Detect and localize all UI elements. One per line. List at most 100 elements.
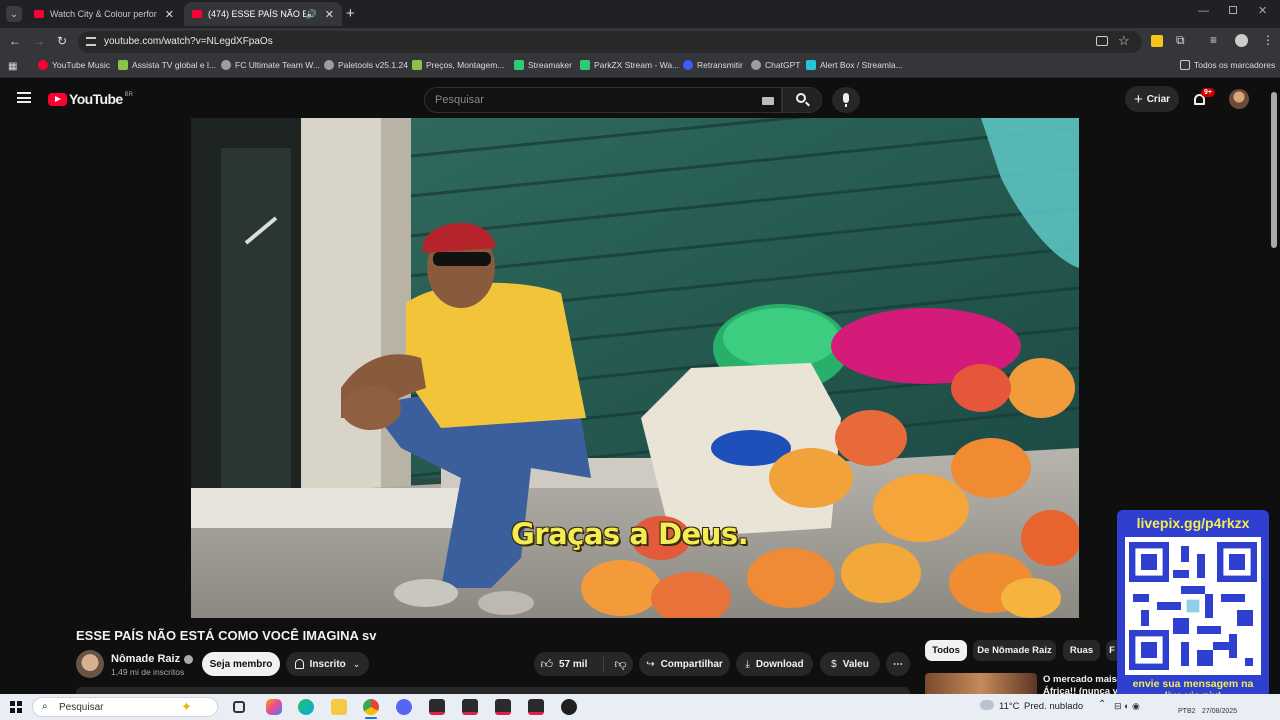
page-scrollbar[interactable] bbox=[1271, 92, 1277, 248]
app-red-icon-1[interactable] bbox=[429, 699, 445, 715]
tray-date[interactable]: 27/08/2025 bbox=[1202, 708, 1237, 715]
download-button[interactable]: ⤓ Download bbox=[736, 652, 813, 676]
taskbar-search[interactable]: ⌕ Pesquisar ✦ bbox=[32, 697, 218, 717]
bookmark-precos[interactable]: Preços, Montagem... bbox=[412, 60, 504, 70]
tab-city-colour[interactable]: Watch City & Colour perform th ✕ bbox=[26, 2, 182, 26]
window-close-icon[interactable]: ✕ bbox=[1258, 4, 1267, 17]
app-red-icon-3[interactable] bbox=[495, 699, 511, 715]
bookmark-assista-tv[interactable]: Assista TV global e l... bbox=[118, 60, 216, 70]
bookmark-icon bbox=[38, 60, 48, 70]
bookmark-star-icon[interactable]: ☆ bbox=[1118, 33, 1130, 49]
bookmark-icon bbox=[118, 60, 128, 70]
livepix-qr-overlay: livepix.gg/p4rkzx envie sua mensagem na … bbox=[1117, 510, 1269, 706]
page-bottom-strip bbox=[76, 687, 910, 694]
file-explorer-icon[interactable] bbox=[331, 699, 347, 715]
tab-close-icon[interactable]: ✕ bbox=[325, 8, 334, 21]
notifications-button[interactable]: 9+ bbox=[1192, 88, 1215, 110]
voice-search-button[interactable] bbox=[832, 87, 860, 113]
video-player[interactable]: Graças a Deus. bbox=[191, 118, 1079, 618]
speaker-icon[interactable]: 🔊 bbox=[306, 9, 317, 20]
tab-close-icon[interactable]: ✕ bbox=[165, 8, 174, 21]
like-dislike-group: 👍︎ 57 mil 👎︎ bbox=[534, 652, 633, 676]
tab-title: Watch City & Colour perform th bbox=[50, 9, 157, 19]
keyboard-icon[interactable] bbox=[762, 97, 774, 105]
app-red-icon-4[interactable] bbox=[528, 699, 544, 715]
bookmark-paletools[interactable]: Paletools v25.1.24 bbox=[324, 60, 408, 70]
install-app-icon[interactable] bbox=[1096, 36, 1108, 46]
tab-esse-pais[interactable]: (474) ESSE PAÍS NÃO ESTÁ 🔊 ✕ bbox=[184, 2, 342, 26]
all-bookmarks[interactable]: Todos os marcadores bbox=[1180, 60, 1275, 70]
channel-name[interactable]: Nômade Raiz bbox=[111, 653, 194, 665]
microphone-icon bbox=[843, 93, 849, 103]
windows-start-icon[interactable] bbox=[10, 701, 22, 713]
browser-toolbar: ← → ↻ youtube.com/watch?v=NLegdXFpaOs ☆ … bbox=[0, 28, 1280, 56]
avatar[interactable] bbox=[1229, 89, 1249, 109]
taskbar-search-label: Pesquisar bbox=[59, 702, 104, 713]
share-button[interactable]: ↪ Compartilhar bbox=[639, 652, 730, 676]
verified-icon bbox=[184, 654, 194, 664]
edge-icon[interactable] bbox=[298, 699, 314, 715]
apps-grid-icon[interactable]: ▦ bbox=[8, 61, 17, 72]
hamburger-menu-icon[interactable] bbox=[17, 92, 31, 103]
url-text: youtube.com/watch?v=NLegdXFpaOs bbox=[104, 36, 273, 47]
forward-icon[interactable]: → bbox=[33, 34, 45, 48]
reload-icon[interactable]: ↻ bbox=[57, 34, 67, 48]
chrome-icon[interactable] bbox=[363, 699, 379, 715]
search-button[interactable] bbox=[782, 87, 822, 113]
thumbs-down-icon: 👎︎ bbox=[614, 656, 627, 671]
subscribed-button[interactable]: Inscrito ⌄ bbox=[286, 652, 369, 676]
bookmark-youtube-music[interactable]: YouTube Music bbox=[38, 60, 110, 70]
share-icon: ↪ bbox=[646, 658, 655, 670]
task-view-icon[interactable] bbox=[233, 701, 245, 713]
app-dark-icon[interactable] bbox=[561, 699, 577, 715]
input-language[interactable]: PTB2 bbox=[1178, 708, 1196, 715]
bookmark-parkzx[interactable]: ParkZX Stream - Wa... bbox=[580, 60, 679, 70]
thanks-button[interactable]: $ Valeu bbox=[820, 652, 880, 676]
app-red-icon-2[interactable] bbox=[462, 699, 478, 715]
search-input[interactable]: Pesquisar bbox=[424, 87, 782, 113]
address-bar[interactable]: youtube.com/watch?v=NLegdXFpaOs ☆ bbox=[78, 31, 1142, 53]
tray-icons[interactable]: ⊟ ◐ ◉ bbox=[1114, 701, 1140, 712]
youtube-logo[interactable]: YouTube BR bbox=[48, 91, 133, 107]
bookmark-chatgpt[interactable]: ChatGPT bbox=[751, 60, 800, 70]
bookmarks-bar: ▦ YouTube Music Assista TV global e l...… bbox=[0, 56, 1280, 78]
join-button[interactable]: Seja membro bbox=[202, 652, 280, 676]
new-tab-button[interactable]: + bbox=[346, 5, 355, 22]
back-icon[interactable]: ← bbox=[9, 34, 21, 48]
weather-icon[interactable] bbox=[980, 700, 994, 710]
weather-desc[interactable]: Pred. nublado bbox=[1024, 701, 1083, 712]
recommended-thumbnail[interactable] bbox=[925, 673, 1037, 694]
chip-de-nomade-raiz[interactable]: De Nômade Raiz bbox=[973, 640, 1056, 661]
weather-temp[interactable]: 11°C bbox=[999, 701, 1020, 712]
copilot-icon[interactable] bbox=[266, 699, 282, 715]
bookmark-streamaker[interactable]: Streamaker bbox=[514, 60, 572, 70]
bookmark-icon bbox=[580, 60, 590, 70]
bookmark-fc-ultimate[interactable]: FC Ultimate Team W... bbox=[221, 60, 320, 70]
site-info-icon[interactable] bbox=[86, 37, 96, 46]
extension-yellow-icon[interactable] bbox=[1151, 35, 1163, 47]
like-button[interactable]: 👍︎ 57 mil bbox=[540, 657, 587, 672]
tab-search-icon[interactable]: ⌄ bbox=[6, 6, 22, 22]
channel-avatar[interactable] bbox=[76, 650, 104, 678]
create-button[interactable]: + Criar bbox=[1125, 86, 1179, 112]
dislike-button[interactable]: 👎︎ bbox=[603, 656, 627, 672]
more-actions-button[interactable]: ⋯ bbox=[886, 652, 910, 676]
bookmark-retransmitir[interactable]: Retransmitir bbox=[683, 60, 743, 70]
create-label: Criar bbox=[1146, 93, 1171, 105]
menu-dots-icon[interactable]: ⋮ bbox=[1262, 33, 1274, 47]
search-placeholder: Pesquisar bbox=[435, 94, 484, 106]
discord-icon[interactable] bbox=[396, 699, 412, 715]
tray-chevron-up-icon[interactable]: ⌃ bbox=[1098, 699, 1106, 710]
window-restore-icon[interactable] bbox=[1229, 6, 1237, 14]
profile-icon[interactable] bbox=[1235, 34, 1248, 47]
subscriber-count: 1,49 mi de inscritos bbox=[111, 667, 185, 677]
bookmark-icon bbox=[683, 60, 693, 70]
extensions-puzzle-icon[interactable]: ⧉ bbox=[1176, 33, 1185, 48]
chip-ruas[interactable]: Ruas bbox=[1063, 640, 1100, 661]
chip-todos[interactable]: Todos bbox=[925, 640, 967, 661]
window-minimize-icon[interactable]: — bbox=[1198, 5, 1209, 17]
browser-tab-strip: ⌄ Watch City & Colour perform th ✕ (474)… bbox=[0, 0, 1280, 28]
copilot-sparkle-icon: ✦ bbox=[181, 699, 192, 714]
media-control-icon[interactable]: ≡ bbox=[1210, 33, 1217, 47]
bookmark-alert-box[interactable]: Alert Box / Streamla... bbox=[806, 60, 903, 70]
